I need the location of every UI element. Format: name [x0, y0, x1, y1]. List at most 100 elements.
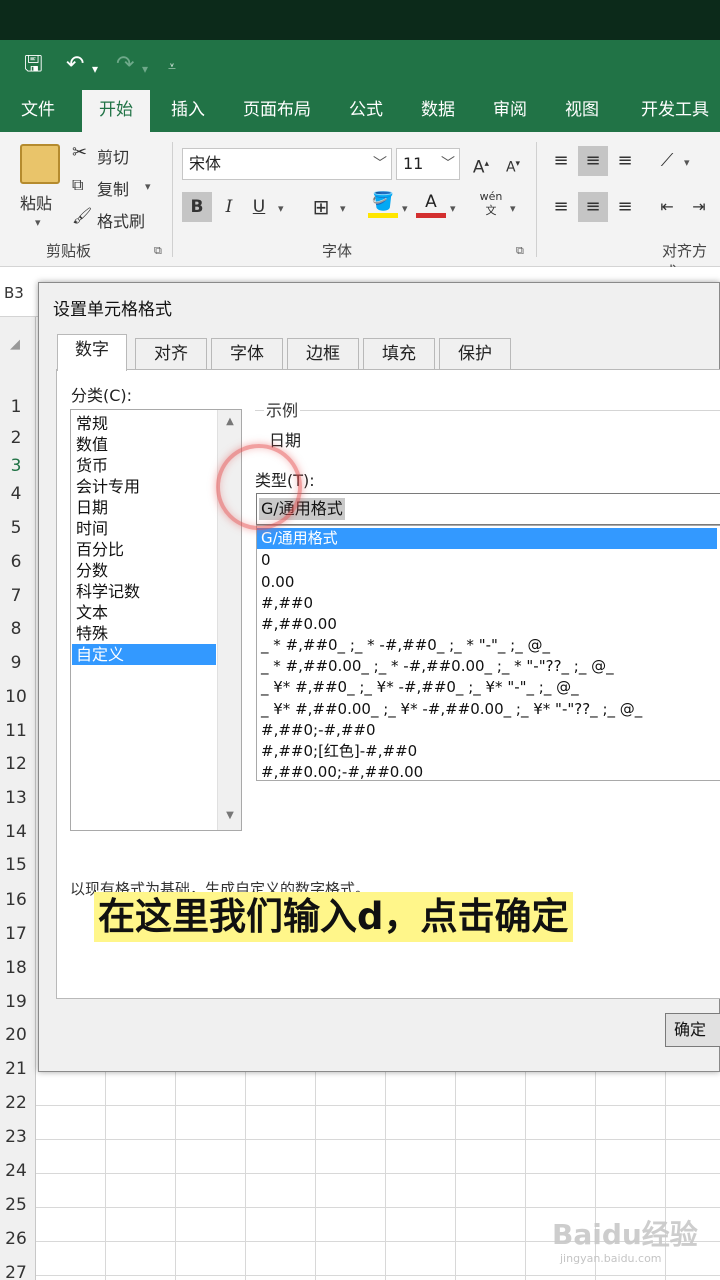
- save-icon[interactable]: 🖫: [24, 50, 43, 80]
- paste-button[interactable]: 粘贴: [20, 190, 52, 214]
- list-item[interactable]: 特殊: [76, 623, 108, 644]
- row-header[interactable]: 14: [0, 822, 32, 842]
- phonetic-dropdown-icon[interactable]: ▾: [510, 202, 516, 215]
- row-header[interactable]: 17: [0, 924, 32, 944]
- tab-data[interactable]: 数据: [410, 90, 466, 132]
- list-item[interactable]: 0.00: [261, 572, 720, 593]
- align-top-icon[interactable]: ≡: [546, 146, 576, 176]
- row-header[interactable]: 19: [0, 992, 32, 1012]
- tab-developer[interactable]: 开发工具: [630, 90, 720, 132]
- row-header[interactable]: 15: [0, 855, 32, 875]
- border-dropdown-icon[interactable]: ▾: [340, 202, 346, 215]
- list-item[interactable]: 日期: [76, 497, 108, 518]
- align-bottom-icon[interactable]: ≡: [610, 146, 640, 176]
- name-box[interactable]: B3: [4, 279, 38, 307]
- list-item[interactable]: #,##0;[红色]-#,##0: [261, 741, 720, 762]
- font-launcher-icon[interactable]: ⧉: [516, 244, 524, 258]
- list-item-selected[interactable]: G/通用格式: [257, 528, 717, 549]
- row-header[interactable]: 16: [0, 890, 32, 910]
- orientation-dropdown-icon[interactable]: ▾: [684, 156, 690, 169]
- list-item[interactable]: 分数: [76, 560, 108, 581]
- list-item[interactable]: #,##0: [261, 593, 720, 614]
- category-list[interactable]: 常规 数值 货币 会计专用 日期 时间 百分比 分数 科学记数 文本 特殊 自定…: [70, 409, 242, 831]
- row-header[interactable]: 7: [0, 586, 32, 606]
- format-code-list[interactable]: G/通用格式 0 0.00 #,##0 #,##0.00 _ * #,##0_ …: [256, 525, 720, 781]
- increase-font-icon[interactable]: A▴: [466, 149, 496, 179]
- row-header[interactable]: 26: [0, 1229, 32, 1249]
- list-item[interactable]: 数值: [76, 434, 108, 455]
- undo-icon[interactable]: ↶: [66, 50, 84, 80]
- list-item[interactable]: _ ¥* #,##0_ ;_ ¥* -#,##0_ ;_ ¥* "-"_ ;_ …: [261, 677, 720, 698]
- list-item[interactable]: 常规: [76, 413, 108, 434]
- list-item[interactable]: 货币: [76, 455, 108, 476]
- format-painter-button[interactable]: 格式刷: [97, 208, 145, 232]
- list-item[interactable]: #,##0;-#,##0: [261, 720, 720, 741]
- list-item[interactable]: 文本: [76, 602, 108, 623]
- list-item[interactable]: 科学记数: [76, 581, 140, 602]
- scroll-down-icon[interactable]: ▼: [218, 810, 242, 821]
- list-item[interactable]: 0: [261, 550, 720, 571]
- paste-dropdown-icon[interactable]: ▾: [35, 216, 41, 229]
- fill-color-icon[interactable]: 🪣: [368, 190, 398, 218]
- row-header[interactable]: 20: [0, 1025, 32, 1045]
- customize-qat-icon[interactable]: ⩡: [168, 52, 176, 82]
- clipboard-launcher-icon[interactable]: ⧉: [154, 244, 162, 258]
- type-input[interactable]: G/通用格式: [256, 493, 720, 525]
- list-item-selected[interactable]: 自定义: [72, 644, 216, 665]
- tab-font[interactable]: 字体: [211, 338, 283, 370]
- underline-icon[interactable]: U: [244, 192, 274, 222]
- list-item[interactable]: _ ¥* #,##0.00_ ;_ ¥* -#,##0.00_ ;_ ¥* "-…: [261, 699, 720, 720]
- row-header[interactable]: 18: [0, 958, 32, 978]
- list-item[interactable]: 会计专用: [76, 476, 140, 497]
- list-item[interactable]: 百分比: [76, 539, 124, 560]
- row-header[interactable]: 1: [0, 397, 32, 417]
- row-header[interactable]: 2: [0, 428, 32, 448]
- copy-button[interactable]: 复制: [97, 176, 129, 200]
- row-header[interactable]: 13: [0, 788, 32, 808]
- orientation-icon[interactable]: ⟋: [652, 146, 682, 176]
- tab-fill[interactable]: 填充: [363, 338, 435, 370]
- row-header[interactable]: 12: [0, 754, 32, 774]
- cut-button[interactable]: 剪切: [97, 144, 129, 168]
- row-header[interactable]: 24: [0, 1161, 32, 1181]
- row-header[interactable]: 3: [0, 456, 32, 476]
- redo-dropdown-icon[interactable]: ▾: [142, 54, 148, 84]
- decrease-indent-icon[interactable]: ⇤: [652, 192, 682, 222]
- copy-dropdown-icon[interactable]: ▾: [145, 180, 151, 193]
- row-header[interactable]: 4: [0, 484, 32, 504]
- tab-protection[interactable]: 保护: [439, 338, 511, 370]
- list-item[interactable]: #,##0.00: [261, 614, 720, 635]
- tab-number[interactable]: 数字: [57, 334, 127, 371]
- italic-icon[interactable]: I: [214, 192, 244, 222]
- paste-icon[interactable]: [20, 144, 60, 184]
- font-color-dropdown-icon[interactable]: ▾: [450, 202, 456, 215]
- tab-page-layout[interactable]: 页面布局: [232, 90, 322, 132]
- row-header[interactable]: 22: [0, 1093, 32, 1113]
- tab-file[interactable]: 文件: [8, 90, 68, 132]
- tab-view[interactable]: 视图: [554, 90, 610, 132]
- undo-dropdown-icon[interactable]: ▾: [92, 54, 98, 84]
- align-middle-icon[interactable]: ≡: [578, 146, 608, 176]
- scroll-up-icon[interactable]: ▲: [218, 416, 242, 427]
- fill-color-dropdown-icon[interactable]: ▾: [402, 202, 408, 215]
- tab-alignment[interactable]: 对齐: [135, 338, 207, 370]
- row-header[interactable]: 8: [0, 619, 32, 639]
- increase-indent-icon[interactable]: ⇥: [684, 192, 714, 222]
- row-header[interactable]: 11: [0, 721, 32, 741]
- align-right-icon[interactable]: ≡: [610, 192, 640, 222]
- align-left-icon[interactable]: ≡: [546, 192, 576, 222]
- row-header[interactable]: 21: [0, 1059, 32, 1079]
- row-header[interactable]: 23: [0, 1127, 32, 1147]
- tab-border[interactable]: 边框: [287, 338, 359, 370]
- redo-icon[interactable]: ↷: [116, 50, 134, 80]
- bold-icon[interactable]: B: [182, 192, 212, 222]
- tab-insert[interactable]: 插入: [160, 90, 216, 132]
- font-size-combo[interactable]: 11 ﹀: [396, 148, 460, 180]
- select-all-corner[interactable]: ◢: [10, 337, 20, 352]
- tab-review[interactable]: 审阅: [482, 90, 538, 132]
- ok-button[interactable]: 确定: [665, 1013, 720, 1047]
- phonetic-guide-icon[interactable]: wén 文: [476, 190, 506, 220]
- row-header[interactable]: 6: [0, 552, 32, 572]
- list-item[interactable]: _ * #,##0_ ;_ * -#,##0_ ;_ * "-"_ ;_ @_: [261, 635, 720, 656]
- list-item[interactable]: 时间: [76, 518, 108, 539]
